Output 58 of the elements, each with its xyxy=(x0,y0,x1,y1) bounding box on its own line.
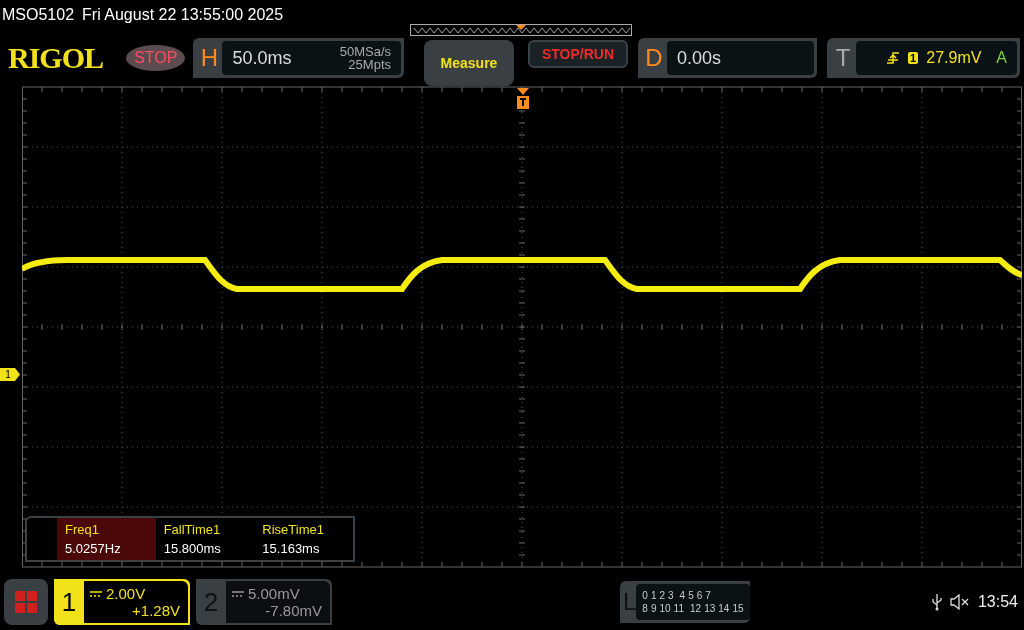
logic-bit: 0 xyxy=(642,590,648,601)
measurement-item[interactable]: FallTime1 15.800ms xyxy=(155,518,255,560)
logic-bit: 11 xyxy=(673,603,684,614)
model-name: MSO5102 xyxy=(2,6,75,24)
measurement-name: Freq1 xyxy=(65,522,100,537)
logic-bit: 6 xyxy=(696,590,703,601)
dc-coupling-icon xyxy=(90,590,102,597)
logic-bit: 1 xyxy=(650,590,657,601)
clock-time: 13:54 xyxy=(977,593,1018,611)
measurement-item[interactable]: Freq1 5.0257Hz xyxy=(57,518,156,560)
measurement-value: 15.163ms xyxy=(262,541,321,556)
measure-button[interactable]: Measure xyxy=(424,40,514,86)
timebase-value: 50.0ms xyxy=(232,47,292,69)
main-menu-button[interactable] xyxy=(4,579,48,625)
logic-bit: 14 xyxy=(718,603,730,614)
measurement-value: 15.800ms xyxy=(163,541,222,556)
grid-icon xyxy=(14,590,38,614)
channel-offset: +1.28V xyxy=(131,602,180,619)
delay-panel[interactable]: D 0.00s xyxy=(638,38,818,78)
logic-bit: 10 xyxy=(659,603,671,614)
trigger-mode: A xyxy=(996,49,1007,67)
channel-scale: 2.00V xyxy=(106,585,146,602)
measurement-name: FallTime1 xyxy=(163,522,222,537)
horizontal-timebase-panel[interactable]: H 50.0ms 50MSa/s 25Mpts xyxy=(193,38,404,78)
stop-run-button[interactable]: STOP/RUN xyxy=(528,40,628,68)
speaker-muted-icon xyxy=(949,594,970,610)
trigger-panel[interactable]: T 1 27.9mV A xyxy=(827,38,1020,78)
logic-bit: 3 xyxy=(668,590,674,601)
channel-offset: -7.80mV xyxy=(264,602,322,619)
delay-value: 0.00s xyxy=(677,47,722,69)
logic-bit: 15 xyxy=(732,603,744,614)
channel-scale: 5.00mV xyxy=(248,585,300,602)
logic-bit: 12 xyxy=(690,603,702,614)
measurement-name: RiseTime1 xyxy=(262,522,325,537)
rising-edge-icon xyxy=(886,51,901,65)
measurement-value: 5.0257Hz xyxy=(65,541,122,556)
trigger-level: 27.9mV xyxy=(926,49,982,67)
date-time: Fri August 22 13:55:00 2025 xyxy=(82,6,284,24)
sample-rate: 50MSa/s xyxy=(339,45,391,58)
channel-panel[interactable]: 1 2.00V +1.28V xyxy=(54,579,190,625)
logic-bit: 9 xyxy=(650,603,657,614)
usb-icon xyxy=(931,593,942,611)
logic-bit: 8 xyxy=(642,603,648,614)
dc-coupling-icon xyxy=(232,590,244,597)
logic-bit: 7 xyxy=(705,590,711,601)
logic-bit: 2 xyxy=(659,590,666,601)
delay-label: D xyxy=(644,43,664,73)
channel-marker[interactable]: 1 xyxy=(0,368,20,381)
logic-bit: 13 xyxy=(704,603,716,614)
horizontal-label: H xyxy=(199,43,220,73)
trigger-position-icon[interactable] xyxy=(516,88,530,110)
brand-logo: RIGOL xyxy=(8,41,105,75)
measurement-item[interactable]: RiseTime1 15.163ms xyxy=(254,518,353,560)
trigger-source: 1 xyxy=(908,52,919,64)
logic-bit: 4 xyxy=(679,590,686,601)
memory-depth: 25Mpts xyxy=(347,58,391,71)
logic-bit: 5 xyxy=(688,590,694,601)
trigger-label: T xyxy=(834,43,852,73)
